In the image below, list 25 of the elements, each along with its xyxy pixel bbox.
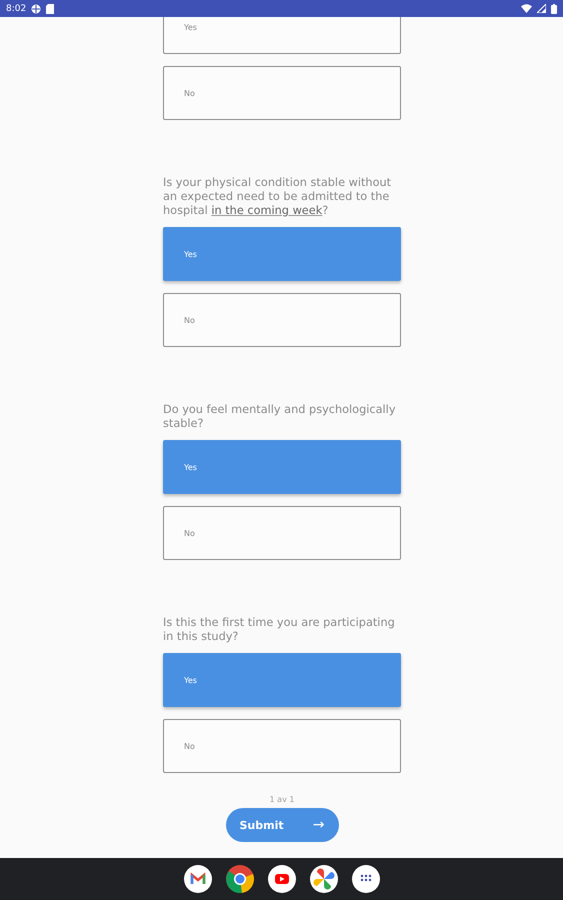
answer-option[interactable]: Yes <box>163 227 401 281</box>
globe-icon <box>31 4 42 14</box>
sd-card-icon <box>46 4 54 14</box>
arrow-icon: → <box>312 817 324 833</box>
status-time: 8:02 <box>6 4 26 14</box>
answer-option[interactable]: No <box>163 719 401 773</box>
answer-option[interactable]: Yes <box>163 17 401 54</box>
battery-icon <box>551 4 557 14</box>
answer-option[interactable]: Yes <box>163 653 401 707</box>
answer-option[interactable]: No <box>163 506 401 560</box>
answer-option[interactable]: No <box>163 66 401 120</box>
wifi-icon <box>521 4 532 13</box>
browser-app-icon[interactable] <box>226 865 254 893</box>
page-indicator: 1 av 1 <box>270 795 294 804</box>
signal-icon <box>537 4 546 13</box>
video-app-icon[interactable] <box>268 865 296 893</box>
app-grid-icon[interactable] <box>352 865 380 893</box>
submit-button[interactable]: Submit → <box>226 808 338 842</box>
answer-option[interactable]: No <box>163 293 401 347</box>
pinwheel-app-icon[interactable] <box>310 865 338 893</box>
question-text: Do you feel mentally and psychologically stable? <box>163 403 397 431</box>
question-text: Is this the first time you are participating in this study? <box>163 616 396 644</box>
answer-option[interactable]: Yes <box>163 440 401 494</box>
mail-app-icon[interactable] <box>184 865 212 893</box>
question-text: Is your physical condition stable without an expected need to be admitted to the hospital in the coming week? <box>163 176 392 218</box>
